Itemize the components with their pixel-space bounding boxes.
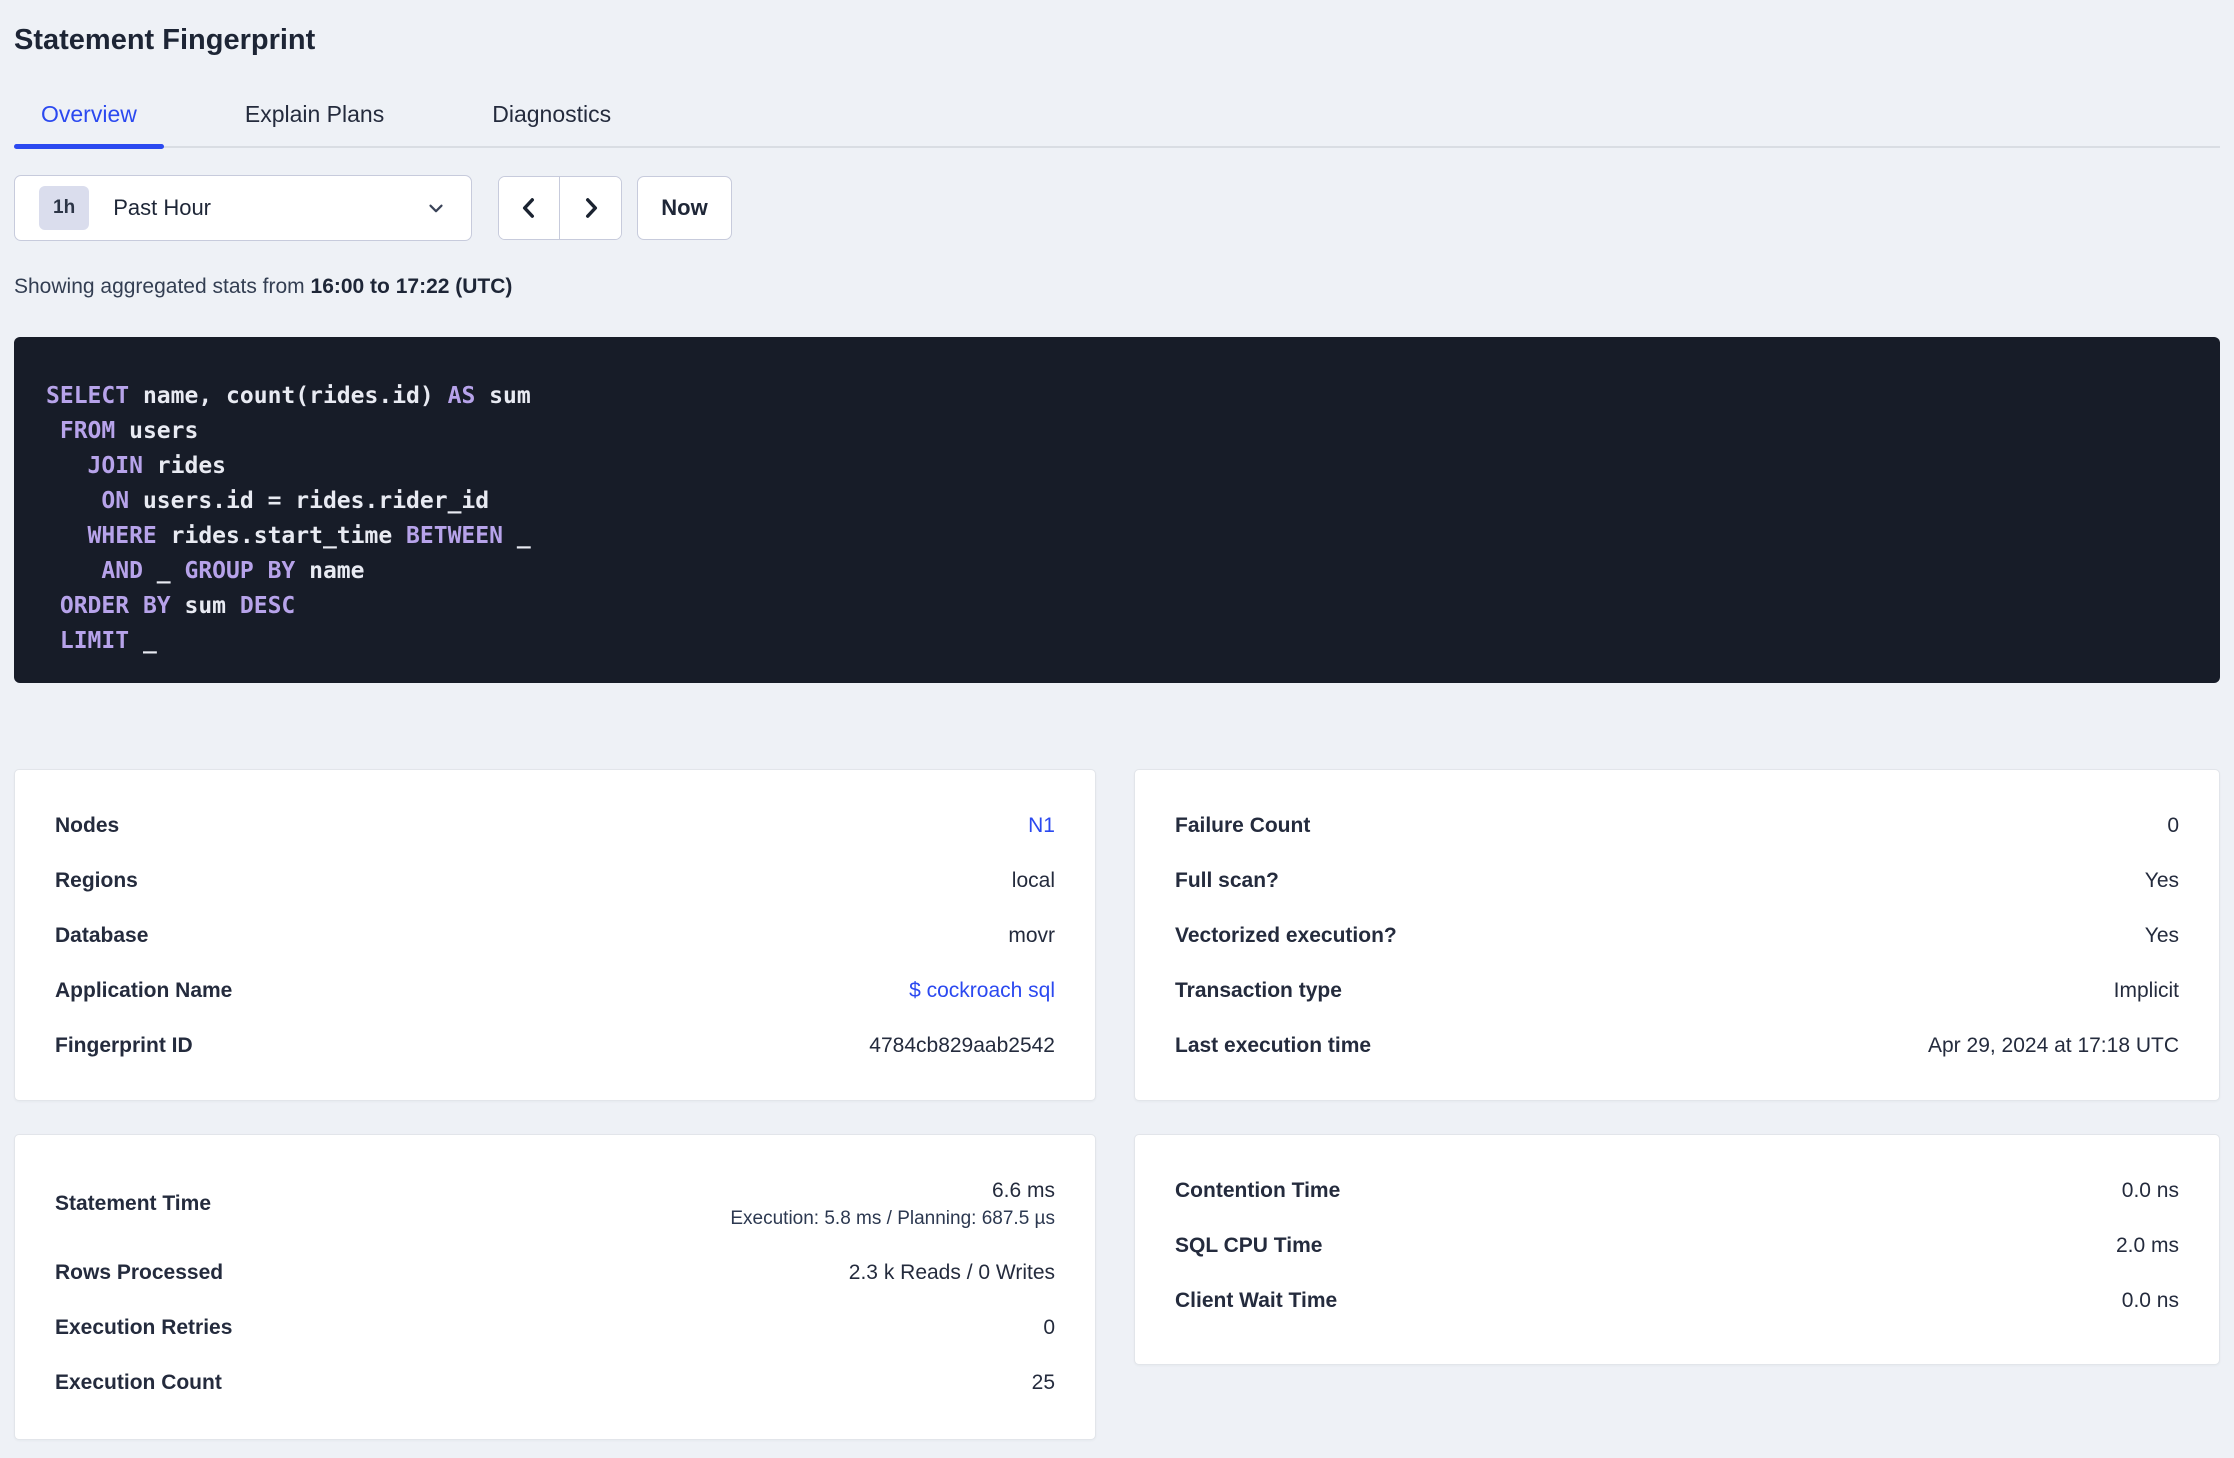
aggregated-stats-line: Showing aggregated stats from 16:00 to 1… [14, 275, 2220, 299]
stat-value: 6.6 ms [991, 1178, 1055, 1202]
tab-overview[interactable]: Overview [14, 101, 164, 149]
stat-label: Vectorized execution? [1175, 923, 1397, 947]
stat-value: Apr 29, 2024 at 17:18 UTC [1928, 1033, 2179, 1057]
stat-label: Failure Count [1175, 813, 1311, 837]
stat-value-link[interactable]: $ cockroach sql [909, 979, 1055, 1003]
time-range-badge: 1h [39, 186, 90, 230]
statement-details-card: Nodes N1 Regions local Database movr Applicati… [14, 769, 1096, 1101]
stat-value: Yes [2144, 923, 2179, 947]
timing-cards-row: Statement Time 6.6 ms Execution: 5.8 ms / … [14, 1134, 2220, 1440]
stat-label: Regions [55, 868, 138, 892]
stat-row: Execution Count 25 [55, 1355, 1055, 1410]
stat-label: Fingerprint ID [55, 1033, 193, 1057]
sql-line: FROM users [59, 418, 199, 444]
time-controls: 1h Past Hour Now [14, 175, 2220, 241]
next-time-button[interactable] [560, 177, 621, 239]
stat-value: 2.3 k Reads / 0 Writes [848, 1260, 1055, 1284]
statement-fingerprint-page: Statement Fingerprint Overview Explain P… [0, 0, 2234, 1440]
sql-line: LIMIT _ [59, 628, 157, 654]
sql-line: SELECT name, count(rides.id) AS sum [46, 383, 531, 409]
sql-code: SELECT name, count(rides.id) AS sum FROM… [46, 379, 2188, 659]
sql-line: AND _ GROUP BY name [101, 558, 365, 584]
stat-subvalue: Execution: 5.8 ms / Planning: 687.5 µs [730, 1207, 1055, 1229]
sql-statement-box: SELECT name, count(rides.id) AS sum FROM… [14, 337, 2220, 683]
stat-value: 25 [1031, 1370, 1055, 1394]
stat-value-link[interactable]: N1 [1028, 814, 1055, 838]
stat-value: 4784cb829aab2542 [869, 1033, 1055, 1057]
stat-label: Contention Time [1175, 1178, 1341, 1202]
tab-bar: Overview Explain Plans Diagnostics [14, 101, 2220, 149]
stat-value: 2.0 ms [2115, 1233, 2179, 1257]
stat-row: Client Wait Time 0.0 ns [1175, 1273, 2179, 1328]
chevron-down-icon [429, 204, 443, 213]
stat-row: Statement Time 6.6 ms Execution: 5.8 ms / … [55, 1163, 1055, 1245]
tab-explain-plans-label: Explain Plans [244, 101, 385, 127]
sql-line: ON users.id = rides.rider_id [101, 488, 490, 514]
execution-attributes-card: Failure Count 0 Full scan? Yes Vectorized ex… [1134, 769, 2220, 1101]
stat-label: SQL CPU Time [1175, 1233, 1323, 1257]
stat-row: Last execution time Apr 29, 2024 at 17:18… [1175, 1018, 2179, 1073]
tab-diagnostics[interactable]: Diagnostics [465, 101, 638, 146]
stat-label: Statement Time [55, 1192, 211, 1215]
stat-value: 0 [1043, 1315, 1055, 1339]
stat-row: Regions local [55, 853, 1055, 908]
stat-label: Rows Processed [55, 1260, 224, 1284]
aggregated-stats-prefix: Showing aggregated stats from [14, 275, 311, 298]
stat-row: Execution Retries 0 [55, 1300, 1055, 1355]
time-nav-group [498, 176, 622, 240]
stat-label: Nodes [55, 813, 120, 837]
sql-line: JOIN rides [87, 453, 227, 479]
stat-row: Failure Count 0 [1175, 798, 2179, 853]
page-title: Statement Fingerprint [14, 24, 316, 56]
stat-label: Full scan? [1175, 868, 1279, 892]
stat-row: Nodes N1 [55, 798, 1055, 853]
chevron-right-icon [585, 198, 597, 218]
stat-label: Execution Retries [55, 1315, 233, 1339]
tab-overview-label: Overview [41, 101, 137, 127]
prev-time-button[interactable] [499, 177, 560, 239]
stat-row: Rows Processed 2.3 k Reads / 0 Writes [55, 1245, 1055, 1300]
stat-label: Last execution time [1175, 1033, 1372, 1057]
stat-value: Yes [2144, 868, 2179, 892]
stat-row: Database movr [55, 908, 1055, 963]
tab-explain-plans[interactable]: Explain Plans [218, 101, 411, 146]
chevron-left-icon [522, 198, 534, 218]
stat-value: 0.0 ns [2121, 1288, 2179, 1312]
stat-row: SQL CPU Time 2.0 ms [1175, 1218, 2179, 1273]
tab-diagnostics-label: Diagnostics [492, 101, 612, 127]
time-range-picker[interactable]: 1h Past Hour [14, 175, 472, 241]
stat-label: Client Wait Time [1175, 1288, 1338, 1312]
stat-row: Full scan? Yes [1175, 853, 2179, 908]
stat-row: Vectorized execution? Yes [1175, 908, 2179, 963]
stat-label: Application Name [55, 978, 233, 1002]
statement-timing-card: Statement Time 6.6 ms Execution: 5.8 ms / … [14, 1134, 1096, 1440]
wait-times-card: Contention Time 0.0 ns SQL CPU Time 2.0 ms C… [1134, 1134, 2220, 1365]
stat-label: Execution Count [55, 1370, 222, 1394]
stat-value: movr [1008, 923, 1055, 947]
details-cards-row: Nodes N1 Regions local Database movr Applicati… [14, 769, 2220, 1101]
stat-value: 0.0 ns [2121, 1178, 2179, 1202]
sql-line: WHERE rides.start_time BETWEEN _ [87, 523, 531, 549]
stat-value: Implicit [2113, 978, 2179, 1002]
stat-row: Transaction type Implicit [1175, 963, 2179, 1018]
stat-row: Contention Time 0.0 ns [1175, 1163, 2179, 1218]
aggregated-stats-range: 16:00 to 17:22 (UTC) [310, 275, 513, 298]
time-range-label: Past Hour [113, 195, 212, 220]
stat-value: local [1011, 868, 1055, 892]
now-button[interactable]: Now [637, 176, 732, 240]
sql-line: ORDER BY sum DESC [59, 593, 296, 619]
stat-row: Fingerprint ID 4784cb829aab2542 [55, 1018, 1055, 1073]
stat-value: 0 [2167, 813, 2179, 837]
stat-row: Application Name $ cockroach sql [55, 963, 1055, 1018]
stat-label: Database [55, 923, 149, 947]
stat-label: Transaction type [1175, 978, 1342, 1002]
